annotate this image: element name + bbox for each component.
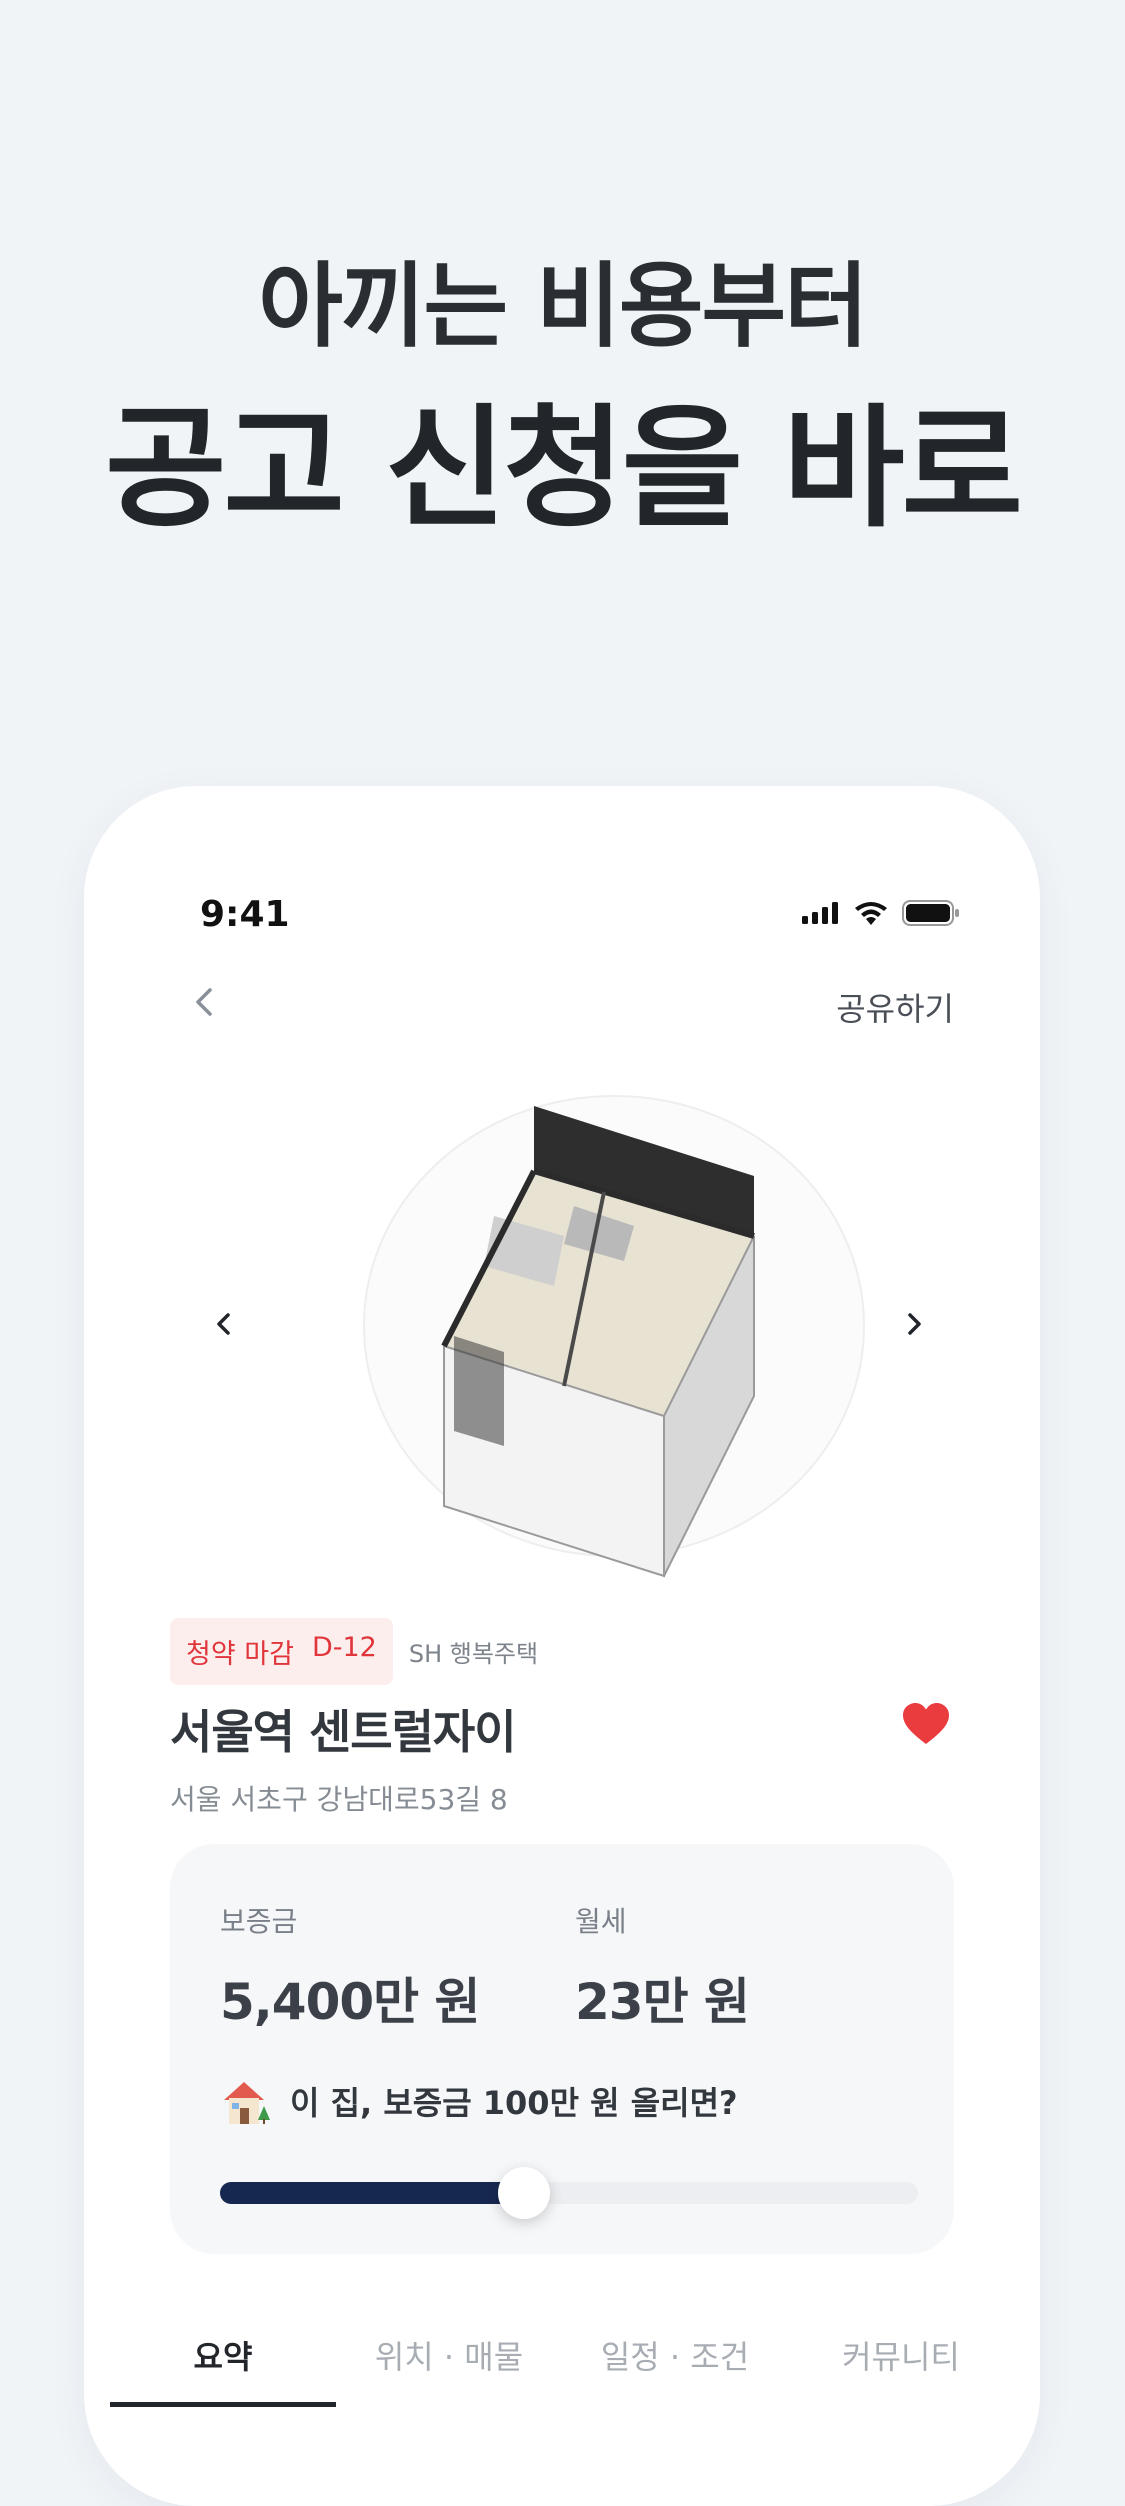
provider-label: SH 행복주택 [408, 1640, 539, 1668]
deposit-simulation: 이 집, 보증금 100만 원 올리면? [220, 2076, 738, 2126]
promo-subheadline: 공고 신청을 바로 [105, 392, 1023, 546]
rent-label: 월세 [575, 1905, 627, 1938]
phone-frame: 9:41 공유하기 청약 마감 D-12 SH 행복주택 서울역 센트럴자이 서… [84, 786, 1040, 2506]
price-card: 보증금 5,400만 원 월세 23만 원 이 집, 보증금 100만 원 올리… [170, 1844, 954, 2254]
heart-icon[interactable] [902, 1702, 950, 1746]
slider-fill [220, 2182, 524, 2204]
listing-title: 서울역 센트럴자이 [170, 1705, 517, 1759]
tab-schedule[interactable]: 일정 · 조건 [562, 2316, 788, 2407]
back-button[interactable] [184, 982, 224, 1022]
tab-location[interactable]: 위치 · 매물 [336, 2316, 562, 2407]
detail-tabs: 요약 위치 · 매물 일정 · 조건 커뮤니티 [110, 2316, 1014, 2407]
status-time: 9:41 [200, 894, 290, 935]
listing-address: 서울 서초구 강남대로53길 8 [170, 1783, 508, 1816]
house-icon [224, 2082, 270, 2124]
deposit-label: 보증금 [220, 1905, 298, 1938]
status-icons [802, 900, 960, 926]
simulation-text: 이 집, 보증금 100만 원 올리면? [290, 2084, 738, 2122]
share-button[interactable]: 공유하기 [836, 984, 954, 1030]
deposit-slider[interactable] [220, 2167, 918, 2219]
tab-summary[interactable]: 요약 [110, 2316, 336, 2407]
deadline-badge: 청약 마감 D-12 [170, 1618, 393, 1685]
gallery-prev-button[interactable] [204, 1304, 244, 1344]
floorplan-image [363, 1095, 865, 1578]
listing-tags: 청약 마감 D-12 SH 행복주택 [170, 1618, 538, 1685]
deadline-dday: D-12 [311, 1632, 377, 1663]
slider-thumb[interactable] [497, 2167, 550, 2219]
signal-icon [802, 902, 838, 924]
deadline-status: 청약 마감 [186, 1639, 294, 1670]
tab-community[interactable]: 커뮤니티 [788, 2316, 1014, 2407]
promo-headline: 아끼는 비용부터 [258, 253, 869, 360]
battery-icon [902, 900, 959, 926]
wifi-icon [855, 902, 887, 925]
gallery-next-button[interactable] [894, 1304, 934, 1344]
deposit-value: 5,400만 원 [220, 1973, 481, 2031]
rent-value: 23만 원 [575, 1973, 750, 2031]
